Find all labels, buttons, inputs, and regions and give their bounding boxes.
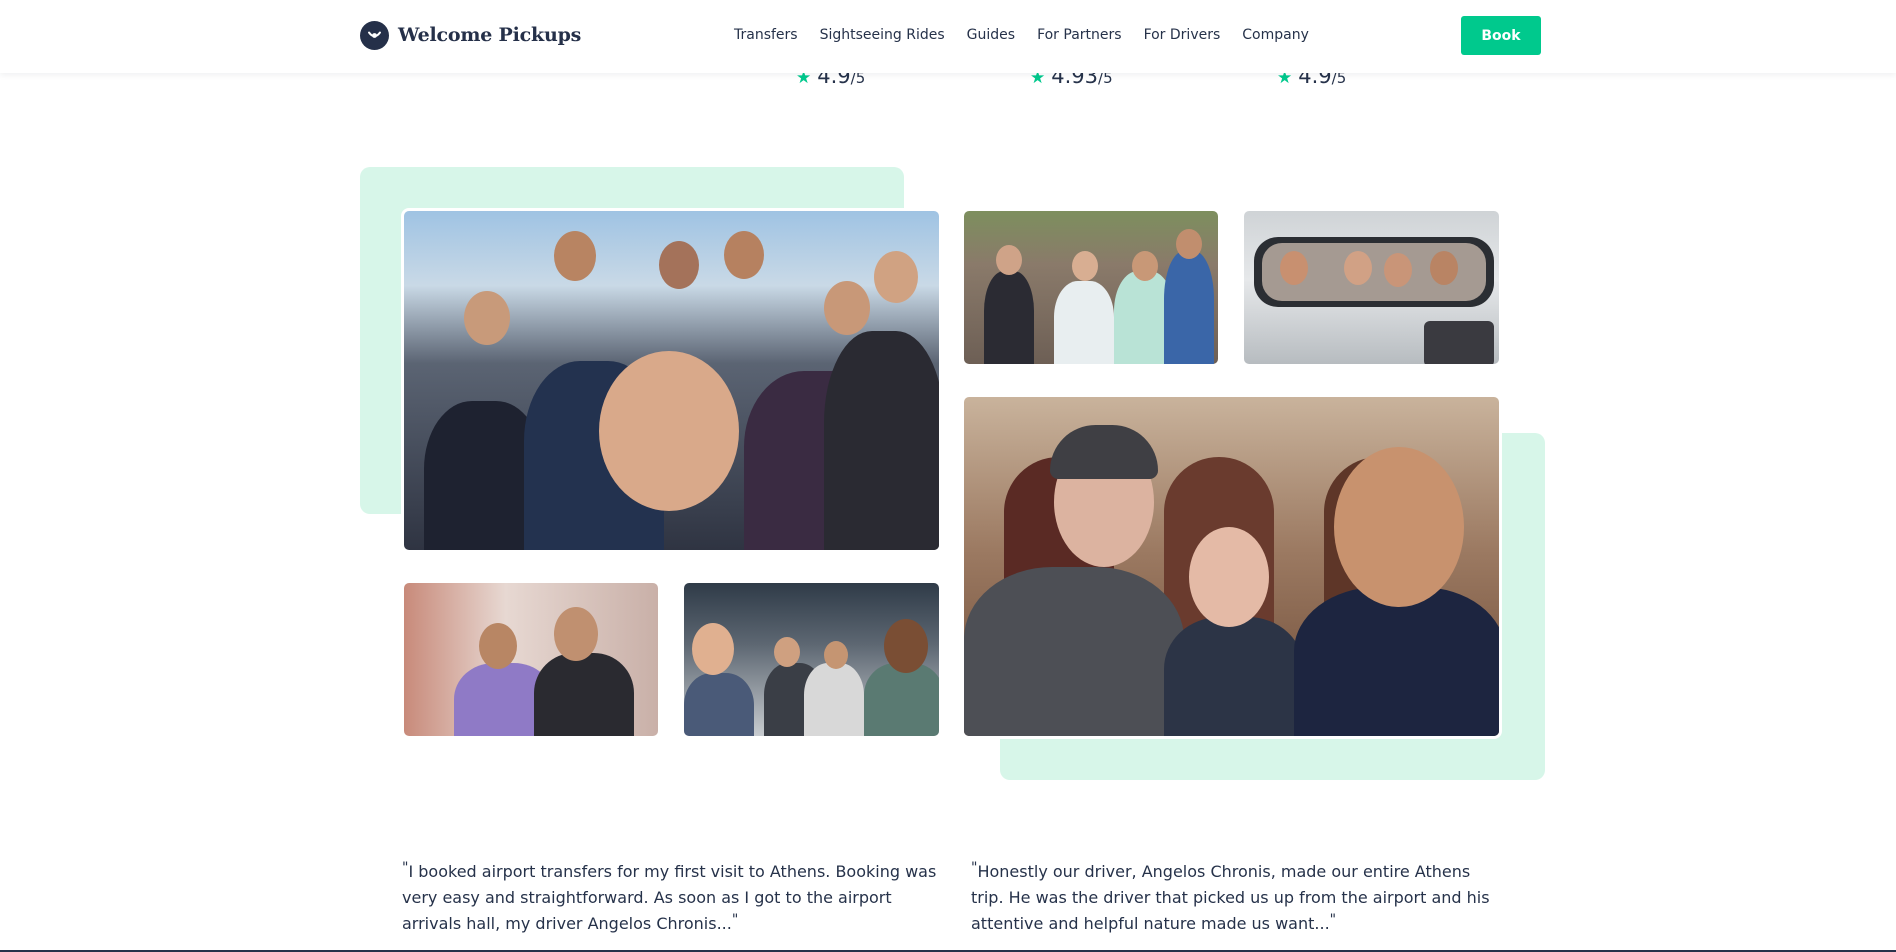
nav-for-drivers[interactable]: For Drivers — [1144, 27, 1221, 43]
quote-close-mark: " — [731, 912, 739, 928]
testimonial-quote: "I booked airport transfers for my first… — [402, 859, 942, 937]
photo-group-selfie — [401, 208, 942, 553]
photo-three-travelers — [961, 394, 1502, 739]
brand-name: Welcome Pickups — [398, 24, 582, 46]
quote-close-mark: " — [1329, 912, 1337, 928]
photo-car-interior — [681, 580, 942, 739]
nav-for-partners[interactable]: For Partners — [1037, 27, 1122, 43]
site-header: Welcome Pickups Transfers Sightseeing Ri… — [0, 0, 1896, 73]
testimonial-text: Honestly our driver, Angelos Chronis, ma… — [971, 862, 1490, 933]
brand-logo-link[interactable]: Welcome Pickups — [360, 20, 581, 50]
photo-two-friends — [401, 580, 661, 739]
photo-street-group — [961, 208, 1221, 367]
testimonial-text: I booked airport transfers for my first … — [402, 862, 937, 933]
nav-company[interactable]: Company — [1242, 27, 1309, 43]
photo-rearview-mirror — [1241, 208, 1502, 367]
nav-sightseeing-rides[interactable]: Sightseeing Rides — [820, 27, 945, 43]
testimonial-quote: "Honestly our driver, Angelos Chronis, m… — [971, 859, 1507, 937]
book-button[interactable]: Book — [1461, 16, 1541, 55]
nav-guides[interactable]: Guides — [967, 27, 1015, 43]
welcome-pickups-logo-icon — [360, 20, 389, 50]
main-nav: Transfers Sightseeing Rides Guides For P… — [734, 24, 1331, 46]
nav-transfers[interactable]: Transfers — [734, 27, 798, 43]
